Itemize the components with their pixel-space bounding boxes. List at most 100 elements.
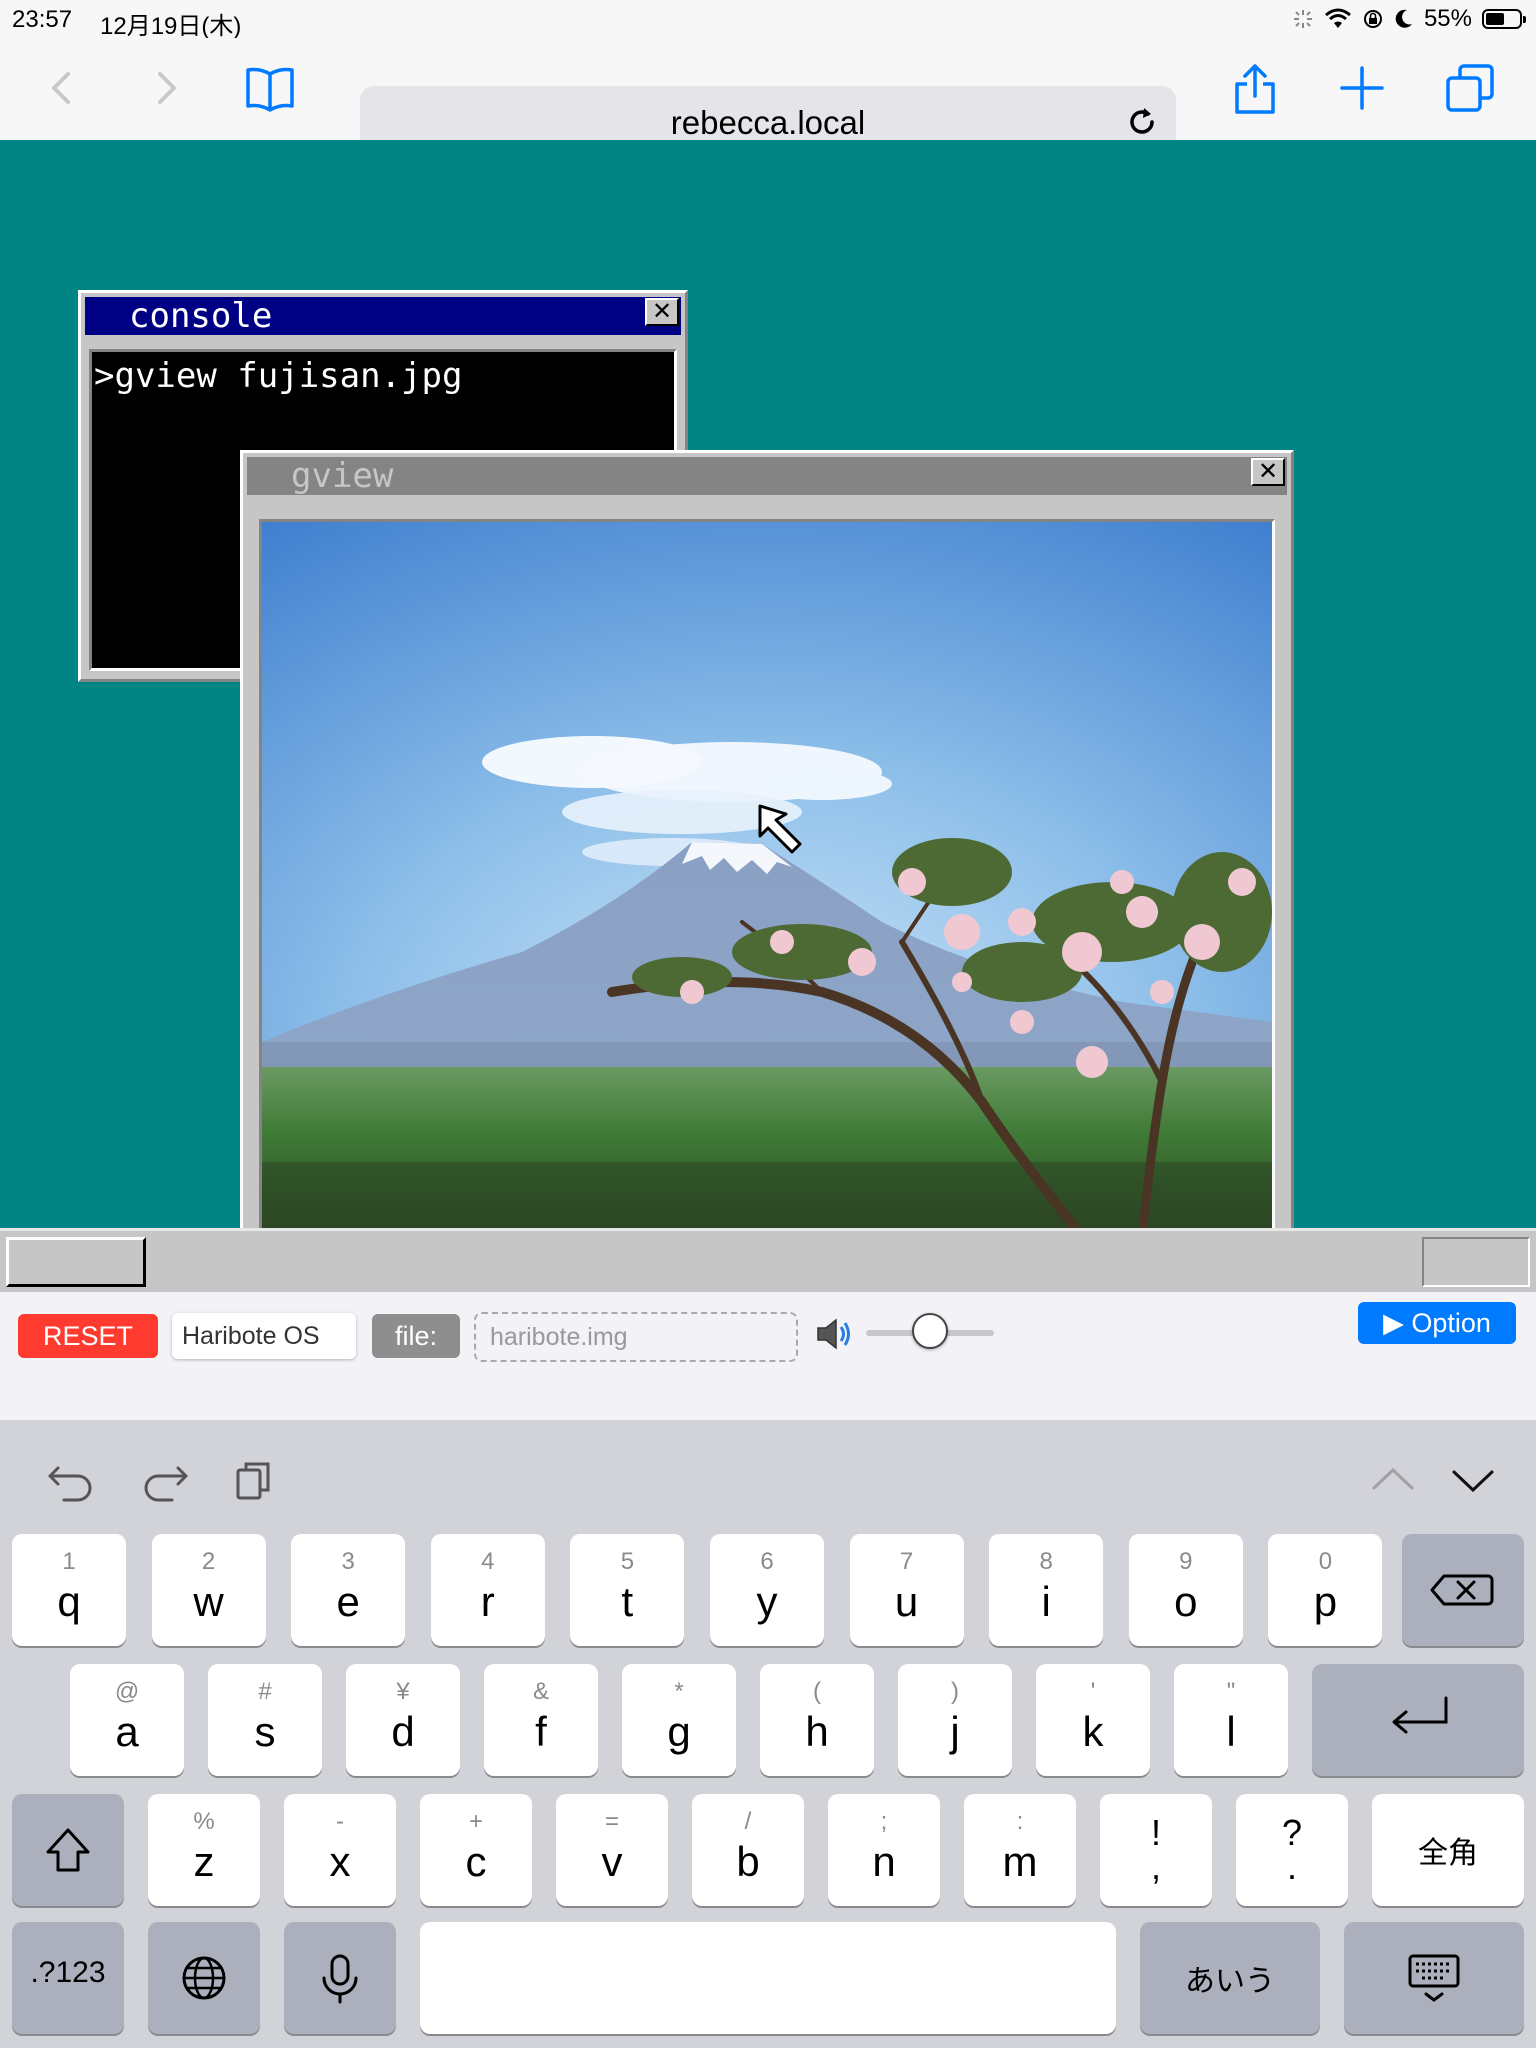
undo-icon[interactable]: [44, 1456, 100, 1504]
console-command-line: >gview fujisan.jpg: [94, 356, 463, 396]
status-indicators: 55%: [1292, 5, 1526, 33]
key-v[interactable]: = v: [556, 1794, 668, 1906]
console-close-button[interactable]: ✕: [645, 298, 679, 326]
key-label: p: [1313, 1578, 1338, 1625]
key-hint: @: [114, 1678, 140, 1705]
key-label: b: [736, 1838, 760, 1885]
key-x[interactable]: -x: [284, 1794, 396, 1906]
shift-key[interactable]: [12, 1794, 124, 1906]
key-label: t: [621, 1578, 634, 1625]
globe-key[interactable]: [148, 1922, 260, 2034]
key-hint: 8: [1039, 1548, 1053, 1575]
key-y[interactable]: 6y: [710, 1534, 824, 1646]
key-f[interactable]: & f: [484, 1664, 598, 1776]
key-h[interactable]: (h: [760, 1664, 874, 1776]
key-exclaim-comma[interactable]: !,: [1100, 1794, 1212, 1906]
os-select[interactable]: Haribote OS: [172, 1313, 356, 1359]
key-j[interactable]: ) j: [898, 1664, 1012, 1776]
key-hint: 5: [620, 1548, 635, 1575]
key-o[interactable]: 9o: [1128, 1534, 1243, 1646]
emulator-screen[interactable]: console ✕ >gview fujisan.jpg gview ✕: [0, 140, 1536, 1258]
key-d[interactable]: ¥ d: [346, 1664, 460, 1776]
space-key[interactable]: [420, 1922, 1116, 2034]
activity-icon: [1293, 10, 1312, 28]
key-label: i: [1041, 1578, 1051, 1625]
gview-close-button[interactable]: ✕: [1251, 458, 1285, 486]
rotation-lock-icon: [1363, 10, 1382, 28]
gview-title-bar[interactable]: gview: [247, 457, 1287, 495]
key-q[interactable]: 1q: [12, 1534, 126, 1646]
url-text: rebecca.local: [670, 104, 866, 141]
key-label: j: [950, 1708, 960, 1755]
back-icon[interactable]: [32, 58, 92, 118]
browser-toolbar: rebecca.local: [0, 38, 1536, 158]
key-b[interactable]: / b: [692, 1794, 804, 1906]
start-button[interactable]: [6, 1237, 146, 1287]
key-n[interactable]: ; n: [828, 1794, 940, 1906]
reload-icon[interactable]: [1122, 102, 1162, 142]
key-hint: :: [1016, 1808, 1024, 1835]
new-tab-icon[interactable]: [1332, 58, 1392, 118]
option-button[interactable]: ▶ Option: [1358, 1302, 1516, 1344]
forward-icon[interactable]: [136, 58, 196, 118]
key-k[interactable]: ' k: [1036, 1664, 1150, 1776]
key-hint: 3: [341, 1548, 355, 1575]
key-label: w: [193, 1578, 224, 1625]
key-hint: -: [336, 1808, 344, 1835]
key-c[interactable]: + c: [420, 1794, 532, 1906]
key-l[interactable]: " l: [1174, 1664, 1288, 1776]
delete-key[interactable]: [1402, 1534, 1524, 1646]
console-title-bar[interactable]: console: [85, 297, 681, 335]
file-drop-field[interactable]: haribote.img: [474, 1312, 798, 1362]
hide-keyboard-key[interactable]: [1344, 1922, 1524, 2034]
numbers-key[interactable]: .?123: [12, 1922, 124, 2034]
kana-key[interactable]: あいう: [1140, 1922, 1320, 2034]
key-s[interactable]: # s: [208, 1664, 322, 1776]
tabs-icon[interactable]: [1440, 58, 1500, 118]
key-e[interactable]: 3e: [291, 1534, 406, 1646]
key-top-glyph: ?: [1281, 1812, 1303, 1853]
key-question-period[interactable]: ?.: [1236, 1794, 1348, 1906]
volume-knob[interactable]: [912, 1313, 948, 1349]
key-hint: ;: [880, 1808, 888, 1835]
dictation-key[interactable]: [284, 1922, 396, 2034]
key-m[interactable]: :m: [964, 1794, 1076, 1906]
key-label: k: [1082, 1708, 1104, 1755]
volume-slider[interactable]: [866, 1313, 994, 1349]
previous-field-icon[interactable]: [1368, 1456, 1418, 1504]
key-z[interactable]: % z: [148, 1794, 260, 1906]
key-label: l: [1226, 1708, 1236, 1755]
paste-icon[interactable]: [230, 1456, 280, 1504]
key-i[interactable]: 8i: [989, 1534, 1104, 1646]
key-bottom-glyph: .: [1286, 1846, 1297, 1887]
status-time: 23:57: [12, 6, 73, 33]
console-title: console: [129, 296, 273, 336]
key-label: c: [465, 1838, 487, 1885]
redo-icon[interactable]: [136, 1456, 192, 1504]
key-hint: *: [674, 1678, 684, 1705]
key-g[interactable]: * g: [622, 1664, 736, 1776]
key-hint: 0: [1318, 1548, 1333, 1575]
gview-title: gview: [291, 456, 394, 496]
shift-icon: [46, 1828, 90, 1872]
key-label: m: [1002, 1838, 1038, 1885]
mount-fuji-landscape-image: [262, 522, 1272, 1236]
key-r[interactable]: 4r: [430, 1534, 545, 1646]
key-label: v: [601, 1838, 623, 1885]
reset-button[interactable]: RESET: [18, 1314, 158, 1358]
key-hint: =: [604, 1808, 619, 1835]
return-key[interactable]: [1312, 1664, 1524, 1776]
key-p[interactable]: 0p: [1268, 1534, 1383, 1646]
gview-window[interactable]: gview ✕: [240, 450, 1294, 1258]
key-hint: 9: [1179, 1548, 1193, 1575]
bookmarks-icon[interactable]: [240, 58, 300, 118]
key-w[interactable]: 2w: [151, 1534, 266, 1646]
key-label: y: [756, 1578, 778, 1625]
key-a[interactable]: @ a: [70, 1664, 184, 1776]
next-field-icon[interactable]: [1448, 1456, 1498, 1504]
key-u[interactable]: 7u: [849, 1534, 964, 1646]
key-hint: /: [744, 1808, 752, 1835]
key-t[interactable]: 5t: [570, 1534, 685, 1646]
zenkaku-key[interactable]: 全角: [1372, 1794, 1524, 1906]
share-icon[interactable]: [1225, 58, 1285, 118]
